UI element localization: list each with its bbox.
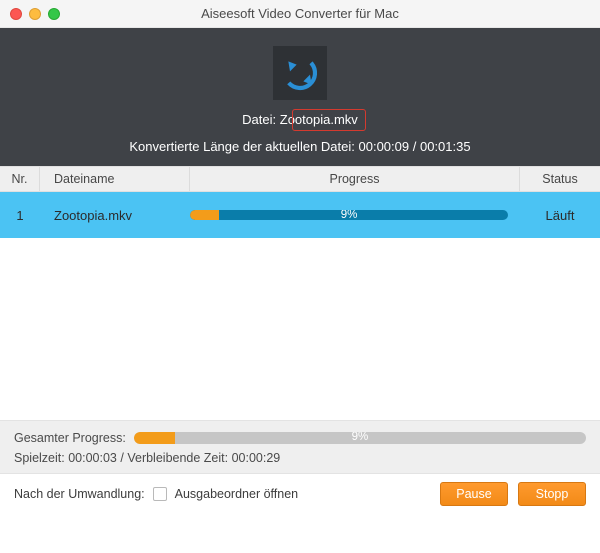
progress-bar: 9% [190,210,508,220]
after-conversion: Nach der Umwandlung: Ausgabeordner öffne… [14,487,298,501]
row-filename: Zootopia.mkv [40,192,190,238]
overall-progress-bar: 9% [134,432,586,444]
stop-button[interactable]: Stopp [518,482,586,506]
after-label: Nach der Umwandlung: [14,487,145,501]
row-status: Läuft [520,192,600,238]
current-file: Datei: Zootopia.mkv [242,112,358,127]
hero-panel: Datei: Zootopia.mkv Konvertierte Länge d… [0,28,600,166]
overall-label: Gesamter Progress: [14,431,126,445]
file-label: Datei: [242,112,276,127]
col-header-progress: Progress [190,167,520,191]
table-row[interactable]: 1 Zootopia.mkv 9% Läuft [0,192,600,238]
titlebar: Aiseesoft Video Converter für Mac [0,0,600,28]
time-line: Spielzeit: 00:00:03 / Verbleibende Zeit:… [14,451,586,465]
open-folder-label: Ausgabeordner öffnen [175,487,298,501]
file-name: Zootopia.mkv [280,112,358,127]
col-header-status: Status [520,167,600,191]
col-header-name: Dateiname [40,167,190,191]
close-icon[interactable] [10,8,22,20]
zoom-icon[interactable] [48,8,60,20]
row-nr: 1 [0,192,40,238]
table-header: Nr. Dateiname Progress Status [0,166,600,192]
footer: Nach der Umwandlung: Ausgabeordner öffne… [0,474,600,514]
minimize-icon[interactable] [29,8,41,20]
open-folder-checkbox[interactable] [153,487,167,501]
overall-progress-row: Gesamter Progress: 9% [14,431,586,445]
empty-area [0,238,600,420]
row-progress: 9% [190,210,520,220]
overall-progress-pct: 9% [134,432,586,443]
col-header-nr: Nr. [0,167,40,191]
window-title: Aiseesoft Video Converter für Mac [0,6,600,21]
window-controls [10,8,60,20]
remaining: 00:00:29 [232,451,281,465]
pause-button[interactable]: Pause [440,482,508,506]
total-time: 00:01:35 [420,139,471,154]
convert-icon [273,46,327,100]
summary-panel: Gesamter Progress: 9% Spielzeit: 00:00:0… [0,420,600,474]
progress-pct: 9% [190,210,508,220]
converted-length: Konvertierte Länge der aktuellen Datei: … [129,139,470,154]
elapsed: 00:00:03 [68,451,117,465]
elapsed-time: 00:00:09 [359,139,410,154]
